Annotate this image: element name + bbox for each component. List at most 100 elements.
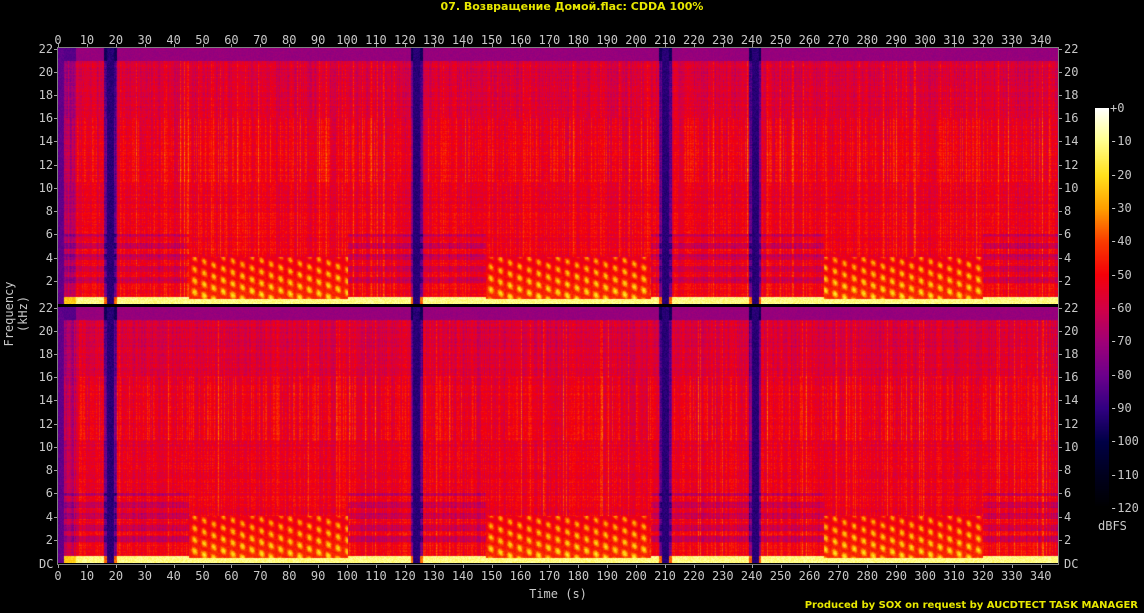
x-tick-mark: [433, 565, 435, 568]
x-tick-mark: [838, 44, 840, 47]
y-tick-mark: [1059, 377, 1062, 379]
y-tick-label-right: 22: [1064, 41, 1079, 56]
x-tick-label-bottom: 230: [711, 569, 734, 583]
y-tick-label-left: 12: [38, 157, 54, 172]
colorbar-tick-label: -120: [1110, 501, 1139, 515]
y-tick-mark: [54, 164, 57, 166]
x-tick-mark: [491, 44, 493, 47]
y-tick-mark: [1059, 493, 1062, 495]
y-tick-mark: [54, 377, 57, 379]
x-tick-mark: [1040, 44, 1042, 47]
y-tick-label-left: 8: [45, 463, 54, 478]
x-tick-label-bottom: 90: [310, 569, 326, 583]
colorbar-tick-label: -40: [1110, 234, 1132, 249]
y-tick-mark: [54, 211, 57, 213]
y-tick-mark: [54, 257, 57, 259]
x-tick-label-bottom: 100: [336, 569, 358, 583]
y-tick-label-right: 12: [1064, 157, 1079, 172]
x-tick-mark: [722, 44, 724, 47]
x-tick-mark: [404, 565, 406, 568]
x-tick-mark: [925, 44, 927, 47]
x-tick-mark: [347, 44, 349, 47]
y-tick-mark: [54, 539, 57, 541]
x-tick-mark: [636, 44, 638, 47]
colorbar-tick-label: -20: [1110, 167, 1132, 182]
y-tick-mark: [1059, 539, 1062, 541]
y-tick-label-left: 20: [38, 64, 54, 79]
x-tick-mark: [202, 44, 204, 47]
x-tick-mark: [520, 565, 522, 568]
x-tick-mark: [693, 565, 695, 568]
y-tick-mark: [1059, 71, 1062, 73]
x-tick-mark: [953, 565, 955, 568]
x-tick-mark: [375, 565, 377, 568]
x-tick-label-bottom: 130: [422, 569, 445, 583]
x-tick-mark: [289, 565, 291, 568]
y-tick-label-right: 16: [1064, 370, 1079, 385]
x-tick-mark: [982, 565, 984, 568]
x-tick-mark: [58, 44, 59, 47]
y-tick-mark: [54, 516, 57, 518]
y-tick-mark: [54, 354, 57, 356]
y-tick-label-left: 22: [38, 41, 54, 56]
x-tick-mark: [1040, 565, 1042, 568]
x-tick-mark: [115, 44, 117, 47]
y-dc-label-left: DC: [39, 557, 54, 571]
y-tick-label-left: 4: [45, 509, 54, 524]
y-tick-label-left: 16: [38, 370, 54, 385]
x-tick-mark: [491, 565, 493, 568]
y-tick-label-left: 18: [38, 88, 54, 103]
x-tick-mark: [86, 565, 88, 568]
y-tick-label-left: 8: [45, 204, 54, 219]
y-tick-mark: [54, 446, 57, 448]
y-tick-mark: [1059, 446, 1062, 448]
y-tick-label-left: 12: [38, 416, 54, 431]
y-tick-label-right: 6: [1064, 227, 1072, 242]
x-tick-mark: [867, 44, 869, 47]
y-tick-label-left: 14: [38, 393, 54, 408]
y-tick-label-left: 6: [45, 227, 54, 242]
x-tick-mark: [751, 565, 753, 568]
y-tick-mark: [1059, 330, 1062, 332]
y-tick-mark: [1059, 118, 1062, 120]
x-tick-label-bottom: 280: [856, 569, 879, 583]
y-tick-mark: [1059, 187, 1062, 189]
x-tick-label-bottom: 110: [365, 569, 387, 583]
y-tick-label-right: 14: [1064, 393, 1079, 408]
colorbar-tick-label: -80: [1110, 367, 1132, 382]
x-tick-label-bottom: 10: [79, 569, 95, 583]
y-tick-label-right: 22: [1064, 300, 1079, 315]
colorbar-tick-label: -90: [1110, 401, 1132, 415]
y-tick-label-left: 14: [38, 134, 54, 149]
y-tick-label-right: 8: [1064, 204, 1072, 219]
x-tick-mark: [896, 565, 898, 568]
x-tick-label-bottom: 270: [827, 569, 850, 583]
y-tick-mark: [1059, 257, 1062, 259]
x-tick-mark: [780, 565, 782, 568]
x-tick-mark: [144, 44, 146, 47]
x-tick-mark: [173, 565, 175, 568]
y-tick-mark: [54, 493, 57, 495]
colorbar-tick-label: -50: [1110, 267, 1132, 282]
x-tick-mark: [953, 44, 955, 47]
x-tick-mark: [404, 44, 406, 47]
x-tick-label-bottom: 170: [538, 569, 561, 583]
y-dc-label-right: DC: [1064, 557, 1079, 571]
colorbar: [1095, 108, 1109, 508]
y-tick-label-right: 6: [1064, 486, 1072, 501]
x-tick-label-bottom: 300: [914, 569, 936, 583]
x-tick-mark: [664, 565, 666, 568]
y-tick-mark: [1059, 164, 1062, 166]
y-tick-label-right: 14: [1064, 134, 1079, 149]
colorbar-tick-label: -60: [1110, 301, 1132, 315]
y-tick-mark: [54, 470, 57, 472]
x-tick-label-bottom: 40: [166, 569, 181, 583]
x-tick-mark: [1011, 44, 1013, 47]
y-tick-mark: [54, 400, 57, 402]
colorbar-unit: dBFS: [1098, 519, 1127, 533]
y-tick-mark: [54, 71, 57, 73]
y-tick-mark: [54, 48, 57, 50]
x-tick-label-bottom: 260: [798, 569, 821, 583]
y-tick-label-right: 18: [1064, 88, 1079, 103]
y-tick-mark: [1059, 400, 1062, 402]
